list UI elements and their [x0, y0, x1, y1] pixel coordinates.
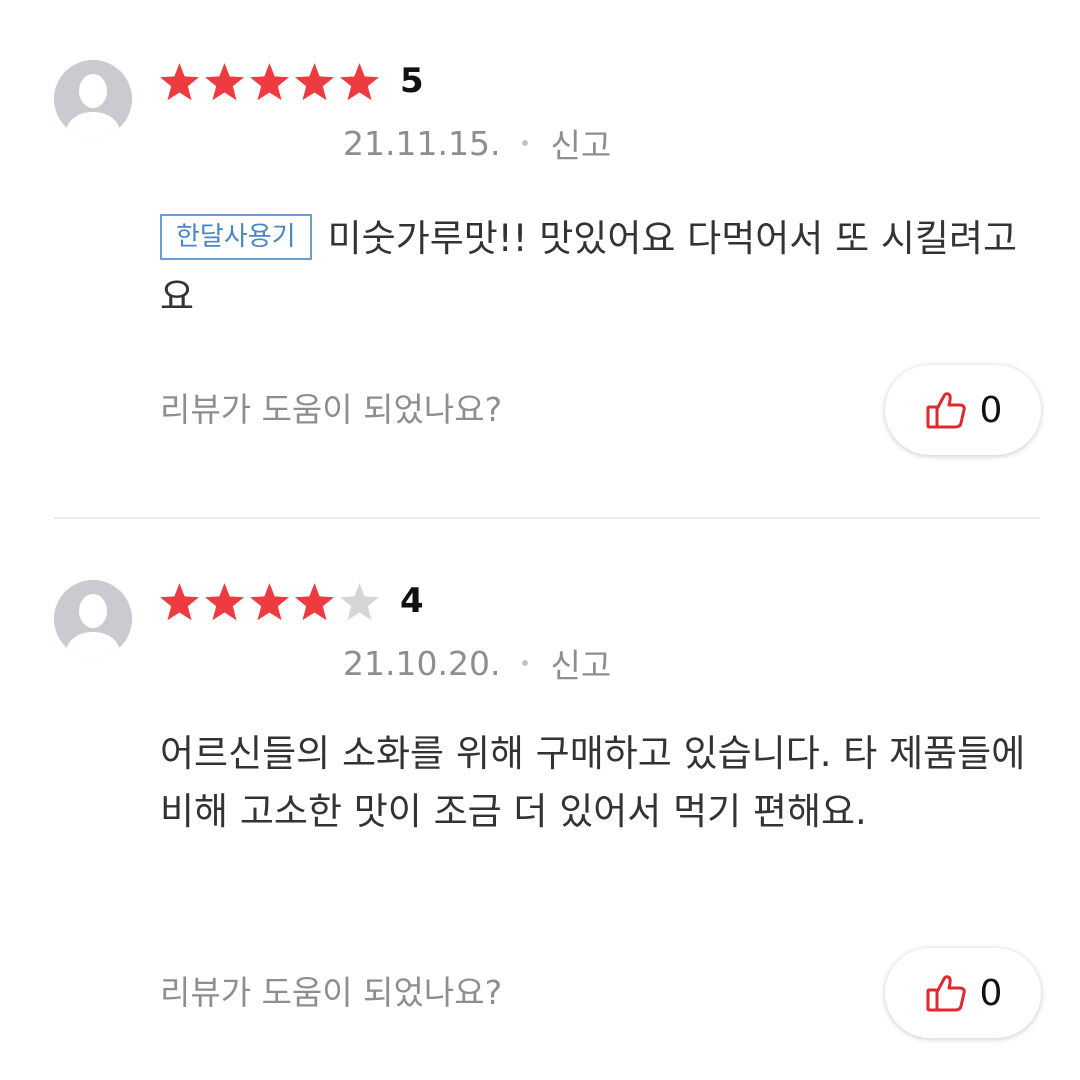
- report-link[interactable]: 신고: [550, 119, 611, 167]
- review-body: 한달사용기 미숫가루맛!! 맛있어요 다먹어서 또 시킬려고요: [160, 210, 1040, 326]
- thumbs-up-icon: [924, 388, 968, 432]
- like-button[interactable]: 0: [885, 365, 1041, 455]
- star-icon: [158, 61, 201, 104]
- review-date: 21.10.20.: [343, 643, 501, 683]
- like-button[interactable]: 0: [885, 948, 1041, 1038]
- like-count: 0: [979, 972, 1003, 1014]
- separator-dot: [522, 140, 529, 146]
- avatar-icon: [54, 60, 132, 138]
- star-rating: [158, 580, 383, 624]
- star-rating: [158, 60, 383, 104]
- review-meta: 21.11.15. 신고: [343, 120, 611, 166]
- rating-value: 5: [400, 61, 424, 101]
- star-icon: [338, 581, 381, 624]
- helpful-question: 리뷰가 도움이 되었나요?: [160, 390, 503, 429]
- rating-value: 4: [400, 581, 424, 621]
- divider: [54, 517, 1040, 519]
- like-count: 0: [979, 389, 1003, 431]
- star-icon: [293, 61, 336, 104]
- review-body: 어르신들의 소화를 위해 구매하고 있습니다. 타 제품들에 비해 고소한 맛이…: [160, 725, 1040, 841]
- star-icon: [203, 61, 246, 104]
- star-icon: [158, 581, 201, 624]
- avatar-icon: [54, 580, 132, 658]
- star-icon: [338, 61, 381, 104]
- star-icon: [203, 581, 246, 624]
- star-icon: [248, 61, 291, 104]
- review-text: 어르신들의 소화를 위해 구매하고 있습니다. 타 제품들에 비해 고소한 맛이…: [160, 732, 1026, 833]
- review-date: 21.11.15.: [343, 123, 501, 163]
- star-icon: [293, 581, 336, 624]
- helpful-question: 리뷰가 도움이 되었나요?: [160, 973, 503, 1012]
- review-meta: 21.10.20. 신고: [343, 640, 611, 686]
- usage-badge: 한달사용기: [160, 214, 312, 260]
- report-link[interactable]: 신고: [550, 639, 611, 687]
- thumbs-up-icon: [924, 971, 968, 1015]
- star-icon: [248, 581, 291, 624]
- separator-dot: [522, 660, 529, 666]
